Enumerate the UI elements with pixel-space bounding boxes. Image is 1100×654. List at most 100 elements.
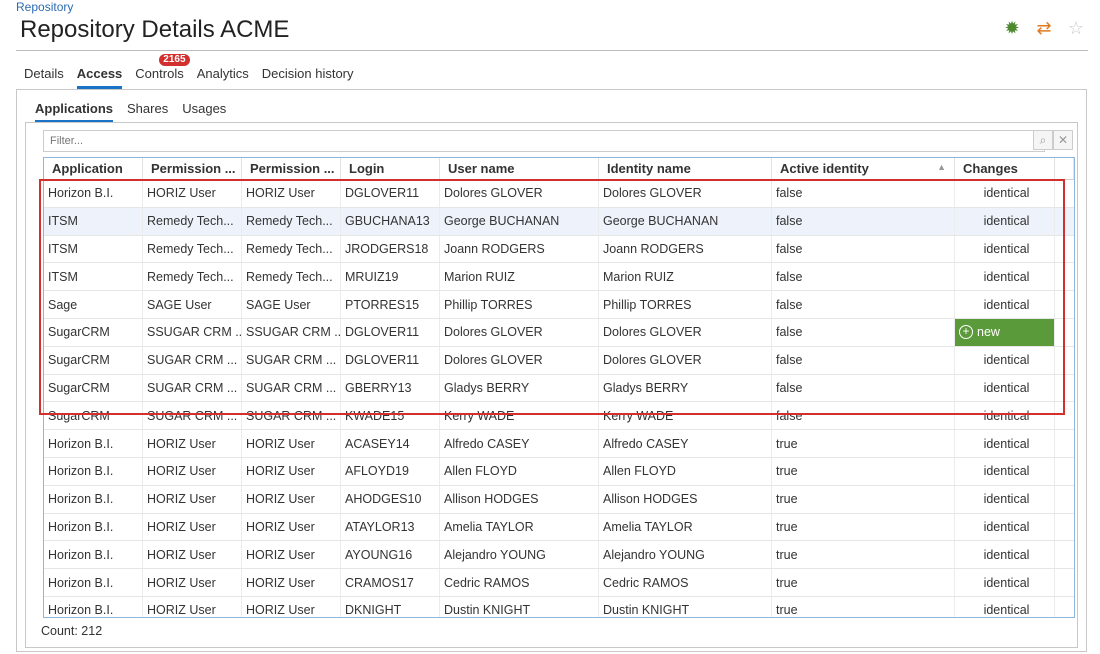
table-cell: HORIZ User: [143, 485, 242, 513]
table-cell: Joann RODGERS: [599, 235, 772, 263]
tab-analytics[interactable]: Analytics: [197, 66, 249, 89]
table-cell: Horizon B.I.: [44, 180, 143, 207]
table-cell: Kerry WADE: [440, 402, 599, 430]
table-cell: true: [772, 513, 955, 541]
table-cell: identical: [955, 596, 1055, 617]
table-cell: George BUCHANAN: [440, 207, 599, 235]
filter-box: [43, 130, 1045, 152]
table-cell: HORIZ User: [242, 430, 341, 457]
star-icon[interactable]: ☆: [1066, 18, 1086, 38]
table-row[interactable]: SugarCRM SUGAR CRM ... SUGAR CRM ... KWADE1…: [44, 402, 1074, 431]
table-cell: Cedric RAMOS: [599, 569, 772, 596]
table-row[interactable]: Horizon B.I. HORIZ User HORIZ User DGLOVER1…: [44, 180, 1074, 208]
column-header[interactable]: Login: [341, 158, 440, 179]
search-icon[interactable]: ⌕: [1033, 130, 1053, 150]
filter-input[interactable]: [44, 132, 1036, 150]
table-cell: HORIZ User: [242, 541, 341, 569]
table-cell: Horizon B.I.: [44, 596, 143, 617]
column-header[interactable]: User name: [440, 158, 599, 179]
table-row[interactable]: SugarCRM SUGAR CRM ... SUGAR CRM ... DGLOVE…: [44, 346, 1074, 375]
row-spacer: [1055, 458, 1074, 485]
table-cell: identical: [955, 207, 1055, 235]
tab-access[interactable]: Access: [76, 66, 123, 89]
table-cell: Allison HODGES: [599, 485, 772, 513]
table-cell: identical: [955, 374, 1055, 402]
sync-icon[interactable]: ⇄: [1034, 18, 1054, 38]
table-cell: identical: [955, 180, 1055, 207]
tab-controls[interactable]: Controls 2165: [135, 54, 190, 89]
table-cell: identical: [955, 457, 1055, 485]
row-spacer: [1055, 347, 1074, 374]
plus-circle-icon: +: [959, 325, 973, 340]
table-row[interactable]: SugarCRM SSUGAR CRM ... SSUGAR CRM ... DGLO…: [44, 318, 1074, 347]
breadcrumb[interactable]: Repository: [16, 0, 73, 14]
column-header[interactable]: Identity name: [599, 158, 772, 179]
table-row[interactable]: Horizon B.I. HORIZ User HORIZ User ATAYLOR1…: [44, 513, 1074, 542]
table-cell: HORIZ User: [143, 569, 242, 596]
table-cell: ITSM: [44, 207, 143, 235]
controls-count-badge: 2165: [159, 54, 190, 66]
table-row[interactable]: Horizon B.I. HORIZ User HORIZ User DKNIGHT D…: [44, 596, 1074, 617]
table-row[interactable]: Horizon B.I. HORIZ User HORIZ User AYOUNG16…: [44, 541, 1074, 570]
table-cell: Amelia TAYLOR: [440, 513, 599, 541]
clear-icon[interactable]: ✕: [1053, 130, 1073, 150]
table-cell: SugarCRM: [44, 346, 143, 374]
table-cell: Horizon B.I.: [44, 485, 143, 513]
table-row[interactable]: Sage SAGE User SAGE User PTORRES15 Phillip T…: [44, 291, 1074, 319]
sort-asc-icon[interactable]: ▲: [937, 162, 946, 172]
table-cell: true: [772, 457, 955, 485]
table-row[interactable]: ITSM Remedy Tech... Remedy Tech... MRUIZ19 M…: [44, 263, 1074, 292]
row-spacer: [1055, 402, 1074, 429]
column-header-label: Active identity: [780, 161, 869, 176]
table-row[interactable]: SugarCRM SUGAR CRM ... SUGAR CRM ... GBERRY…: [44, 374, 1074, 403]
column-header[interactable]: Permission ...: [242, 158, 341, 179]
main-tabs: Details Access Controls 2165 Analytics D…: [24, 54, 354, 89]
table-cell: DKNIGHT: [341, 596, 440, 617]
grid-body: Horizon B.I. HORIZ User HORIZ User DGLOVER1…: [44, 180, 1074, 617]
tab-details[interactable]: Details: [24, 66, 64, 89]
row-spacer: [1055, 291, 1074, 318]
table-cell: Dolores GLOVER: [599, 180, 772, 207]
table-cell: Allen FLOYD: [440, 457, 599, 485]
table-cell: true: [772, 596, 955, 617]
table-cell: Horizon B.I.: [44, 513, 143, 541]
table-cell: Horizon B.I.: [44, 430, 143, 457]
table-cell: identical: [955, 513, 1055, 541]
table-cell: HORIZ User: [242, 596, 341, 617]
table-row[interactable]: ITSM Remedy Tech... Remedy Tech... JRODGERS…: [44, 235, 1074, 264]
column-header[interactable]: Permission ...: [143, 158, 242, 179]
table-row[interactable]: Horizon B.I. HORIZ User HORIZ User AFLOYD19…: [44, 457, 1074, 486]
table-cell: identical: [955, 402, 1055, 430]
row-spacer: [1055, 375, 1074, 402]
column-header[interactable]: Changes: [955, 158, 1055, 179]
subtab-applications[interactable]: Applications: [35, 101, 114, 123]
table-cell: Alejandro YOUNG: [599, 541, 772, 569]
bug-icon[interactable]: ✹: [1002, 18, 1022, 38]
table-cell: Remedy Tech...: [242, 235, 341, 263]
tab-decision-history[interactable]: Decision history: [262, 66, 354, 89]
table-cell: false: [772, 374, 955, 402]
table-cell: Dolores GLOVER: [440, 318, 599, 346]
table-cell: identical: [955, 263, 1055, 291]
table-cell: Allison HODGES: [440, 485, 599, 513]
table-cell: Phillip TORRES: [440, 291, 599, 318]
table-cell: false: [772, 235, 955, 263]
filter-buttons: ⌕ ✕: [1033, 130, 1073, 150]
table-row[interactable]: ITSM Remedy Tech... Remedy Tech... GBUCHANA…: [44, 207, 1074, 236]
header-actions: ✹ ⇄ ☆: [1002, 18, 1086, 38]
table-row[interactable]: Horizon B.I. HORIZ User HORIZ User CRAMOS17…: [44, 569, 1074, 597]
column-header[interactable]: Application: [44, 158, 143, 179]
table-row[interactable]: Horizon B.I. HORIZ User HORIZ User AHODGES1…: [44, 485, 1074, 514]
table-row[interactable]: Horizon B.I. HORIZ User HORIZ User ACASEY14…: [44, 430, 1074, 458]
change-label: new: [977, 325, 1000, 340]
table-cell: ITSM: [44, 263, 143, 291]
subtab-shares[interactable]: Shares: [127, 101, 168, 123]
subtab-usages[interactable]: Usages: [182, 101, 226, 123]
table-cell: SugarCRM: [44, 318, 143, 346]
table-cell: Horizon B.I.: [44, 541, 143, 569]
column-header-active-identity[interactable]: Active identity ▲: [772, 158, 955, 179]
table-cell: Dustin KNIGHT: [599, 596, 772, 617]
table-cell: AFLOYD19: [341, 457, 440, 485]
table-cell: Allen FLOYD: [599, 457, 772, 485]
table-cell: identical: [955, 235, 1055, 263]
